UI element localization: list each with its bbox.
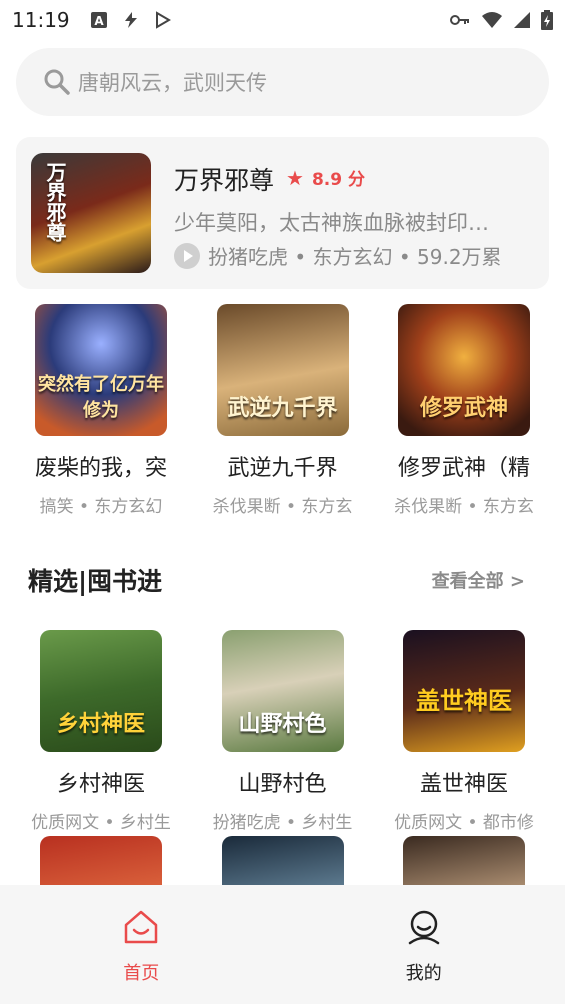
battery-icon [541, 10, 553, 30]
book-subtitle: 优质网文 • 乡村生 [31, 813, 171, 833]
book-title: 修罗武神（精 [397, 456, 530, 481]
star-icon: ★ [286, 165, 304, 190]
play-icon[interactable] [174, 242, 200, 269]
book-item[interactable]: 盖世神医 盖世神医 优质网文 • 都市修 [379, 630, 549, 833]
top-books-row: 突然有了亿万年修为 废柴的我，突 搞笑 • 东方玄幻 武逆九千界 武逆九千界 杀… [16, 304, 549, 517]
featured-book-cover[interactable]: 万界邪尊 [31, 153, 151, 273]
cellular-icon [514, 12, 530, 28]
book-item[interactable]: 乡村神医 乡村神医 优质网文 • 乡村生 [16, 630, 186, 833]
featured-book-card[interactable]: 万界邪尊 万界邪尊 ★ 8.9 分 少年莫阳，太古神族血脉被封印… 扮猪吃虎 •… [16, 137, 549, 289]
nav-home[interactable]: 首页 [0, 885, 283, 1004]
play-store-icon [155, 11, 171, 29]
nav-home-label: 首页 [123, 963, 160, 984]
book-cover[interactable]: 突然有了亿万年修为 [35, 304, 167, 436]
section-header: 精选|囤书进 查看全部 > [28, 562, 525, 598]
book-subtitle: 搞笑 • 东方玄幻 [39, 497, 163, 517]
book-cover[interactable]: 修罗武神 [398, 304, 530, 436]
book-subtitle: 优质网文 • 都市修 [394, 813, 534, 833]
featured-title: 万界邪尊 [174, 166, 275, 195]
book-title: 山野村色 [238, 772, 327, 797]
view-all-link[interactable]: 查看全部 > [432, 567, 525, 593]
cover-text: 盖世神医 [416, 686, 512, 715]
cover-text: 突然有了亿万年修为 [38, 374, 164, 421]
bottom-nav: 首页 我的 [0, 885, 565, 1004]
featured-description: 少年莫阳，太古神族血脉被封印… [174, 211, 489, 235]
featured-meta-text: 扮猪吃虎 • 东方玄幻 • 59.2万累 [208, 245, 502, 269]
book-title: 武逆九千界 [227, 456, 338, 481]
book-subtitle: 扮猪吃虎 • 乡村生 [212, 813, 353, 833]
book-item[interactable]: 武逆九千界 武逆九千界 杀伐果断 • 东方玄 [198, 304, 368, 517]
svg-text:A: A [94, 14, 104, 28]
book-title: 废柴的我，突 [34, 456, 167, 481]
search-bar[interactable]: 唐朝风云，武则天传 [16, 48, 549, 116]
book-subtitle: 杀伐果断 • 东方玄 [212, 497, 353, 517]
book-item[interactable]: 山野村色 山野村色 扮猪吃虎 • 乡村生 [198, 630, 368, 833]
book-item[interactable]: 修罗武神 修罗武神（精 杀伐果断 • 东方玄 [379, 304, 549, 517]
rating-text: 8.9 分 [311, 170, 365, 190]
book-cover[interactable]: 武逆九千界 [216, 304, 349, 436]
search-icon [44, 69, 70, 95]
picks-row: 乡村神医 乡村神医 优质网文 • 乡村生 山野村色 山野村色 扮猪吃虎 • 乡村… [16, 630, 549, 833]
status-time: 11:19 [12, 8, 70, 32]
signal-bolt-icon [124, 12, 137, 28]
home-icon [125, 910, 158, 944]
book-cover[interactable]: 乡村神医 [40, 630, 162, 752]
section-title: 精选|囤书进 [28, 567, 163, 596]
book-item[interactable]: 突然有了亿万年修为 废柴的我，突 搞笑 • 东方玄幻 [16, 304, 186, 517]
book-cover[interactable]: 山野村色 [221, 630, 344, 752]
status-bar: 11:19 A [0, 0, 565, 40]
search-placeholder: 唐朝风云，武则天传 [78, 71, 267, 95]
a-icon: A [90, 12, 107, 28]
nav-me-label: 我的 [405, 963, 442, 984]
key-icon [450, 15, 469, 25]
cover-text: 武逆九千界 [227, 395, 338, 421]
cover-text: 修罗武神 [419, 395, 508, 421]
nav-me[interactable]: 我的 [283, 885, 565, 1004]
book-cover[interactable]: 盖世神医 [403, 630, 525, 752]
featured-rating: ★ 8.9 分 [286, 165, 365, 191]
wifi-icon [482, 12, 502, 28]
cover-text: 乡村神医 [56, 711, 145, 737]
book-title: 乡村神医 [56, 772, 145, 797]
cover-text: 山野村色 [238, 711, 327, 737]
profile-icon [408, 910, 439, 945]
book-subtitle: 杀伐果断 • 东方玄 [394, 497, 534, 517]
book-title: 盖世神医 [419, 772, 508, 797]
featured-meta: 扮猪吃虎 • 东方玄幻 • 59.2万累 [174, 241, 502, 270]
featured-cover-text: 万界邪尊 [43, 162, 67, 242]
